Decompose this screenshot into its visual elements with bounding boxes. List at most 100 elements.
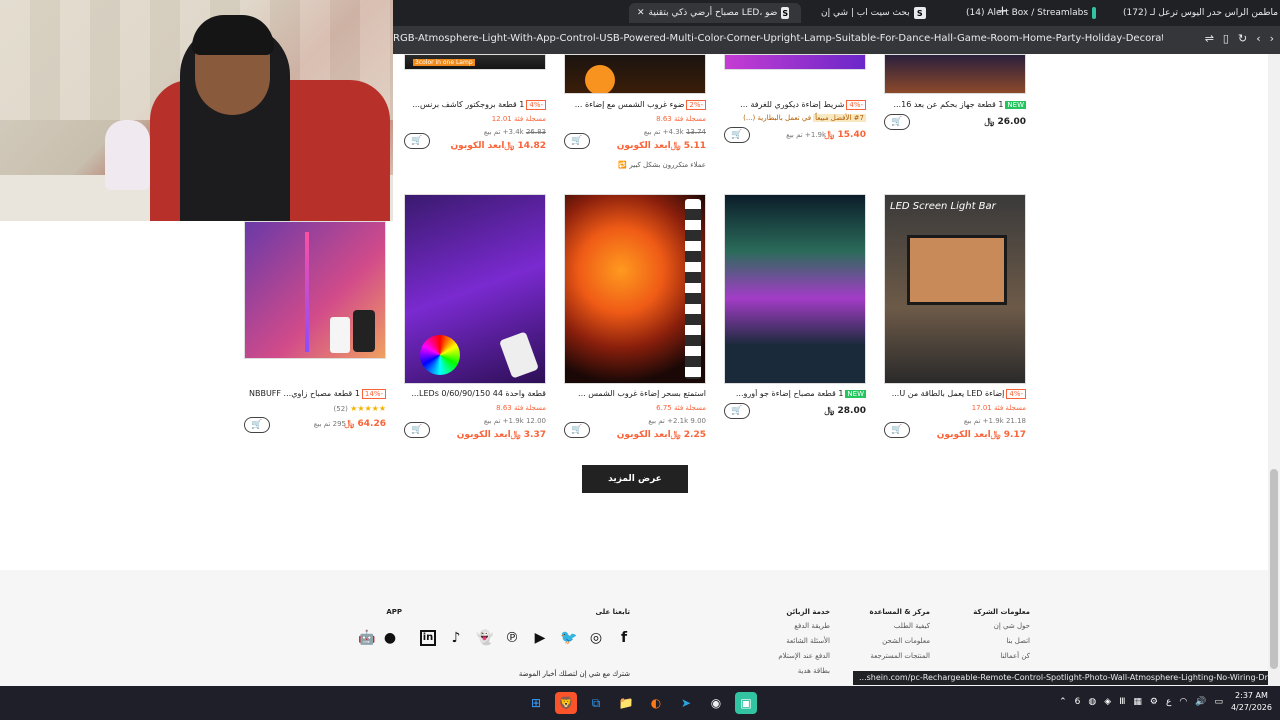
tray-app-icon[interactable]: ◍ — [1088, 697, 1096, 707]
volume-icon[interactable]: 🔊 — [1195, 697, 1206, 707]
tab-shein-search[interactable]: بحث سيت اب | شي إن S — [813, 3, 953, 23]
product-image[interactable]: LED Screen Light Bar — [884, 194, 1026, 384]
product-image[interactable] — [404, 194, 546, 384]
product-image[interactable]: 3color in one Lamp — [404, 54, 546, 70]
footer-link[interactable]: معلومات الشحن — [860, 637, 930, 645]
sold-count: 13.74 4.3k+ تم بيع — [643, 128, 706, 136]
sold-count: 295 تم بيع — [313, 420, 346, 428]
add-to-cart-button[interactable]: 🛒 — [404, 133, 430, 149]
add-to-cart-button[interactable]: 🛒 — [564, 133, 590, 149]
streamlabs-icon[interactable]: ▣ — [735, 692, 757, 714]
product-title[interactable]: استمتع بسحر إضاءة غروب الشمس ... — [564, 389, 706, 398]
footer-link[interactable]: الأسئلة الشائعة — [760, 637, 830, 645]
wifi-icon[interactable]: ◠ — [1179, 697, 1187, 707]
tiktok-icon[interactable]: ♪ — [448, 630, 464, 646]
clock[interactable]: 2:37 AM 4/27/2026 — [1231, 690, 1272, 714]
system-tray: ⌃ 6 ◍ ◈ Ⅲ ▦ ⚙ ع ◠ 🔊 ▭ 2:37 AM 4/27/2026 — [1059, 690, 1272, 714]
android-icon[interactable]: 🤖 — [358, 630, 375, 646]
footer-link[interactable]: كيفية الطلب — [860, 622, 930, 630]
discount-badge: -2% — [686, 100, 706, 110]
add-to-cart-button[interactable]: 🛒 — [724, 403, 750, 419]
apple-icon[interactable]: ● — [382, 630, 398, 646]
forward-icon[interactable]: › — [1270, 32, 1274, 45]
footer-link[interactable]: طريقة الدفع — [760, 622, 830, 630]
back-icon[interactable]: ‹ — [1256, 32, 1260, 45]
image-caption: LED Screen Light Bar — [890, 201, 996, 212]
product-image[interactable] — [564, 194, 706, 384]
footer-app-heading: APP — [386, 608, 402, 616]
file-explorer-icon[interactable]: 📁 — [615, 692, 637, 714]
footer-link[interactable]: اتصل بنا — [960, 637, 1030, 645]
add-to-cart-button[interactable]: 🛒 — [724, 127, 750, 143]
add-to-cart-button[interactable]: 🛒 — [404, 422, 430, 438]
add-to-cart-button[interactable]: 🛒 — [884, 422, 910, 438]
footer-link[interactable]: المنتجات المسترجعة — [860, 652, 930, 660]
view-more-button[interactable]: عرض المزيد — [582, 465, 688, 493]
twitter-icon[interactable]: 🐦 — [560, 630, 577, 646]
url-field[interactable]: RGB-Atmosphere-Light-With-App-Control-US… — [393, 33, 1163, 47]
language-indicator[interactable]: ع — [1166, 697, 1171, 707]
scrollbar-thumb[interactable] — [1270, 469, 1278, 669]
reload-icon[interactable]: ↻ — [1238, 32, 1247, 45]
product-image[interactable] — [724, 194, 866, 384]
bookmark-icon[interactable]: ▯ — [1223, 32, 1229, 45]
product-title[interactable]: -4%شريط إضاءة ديكوري للغرفة ... — [724, 100, 866, 110]
footer-service: خدمة الزبائن طريقة الدفع الأسئلة الشائعة… — [760, 608, 830, 682]
footer-link[interactable]: كن أعمالنا — [960, 652, 1030, 660]
close-tab-icon[interactable]: ✕ — [637, 8, 645, 18]
page-scrollbar[interactable] — [1268, 54, 1280, 686]
tab-lamp[interactable]: ✕ مصباح أرضي ذكي بتقنية LED، ضو S — [629, 3, 801, 23]
snapchat-icon[interactable]: 👻 — [476, 630, 493, 646]
shein-favicon-icon: S — [913, 7, 926, 19]
product-title[interactable]: -14%1 قطعة مصباح زاوي... NBBUFF — [244, 389, 386, 399]
tray-app-icon[interactable]: Ⅲ — [1119, 697, 1125, 707]
tray-app-icon[interactable]: ⚙ — [1150, 697, 1158, 707]
product-title[interactable]: -4%1 قطعة بروجكتور كاشف برنس... — [404, 100, 546, 110]
sold-count: 12.00 1.9k+ تم بيع — [483, 417, 546, 425]
product-title[interactable]: NEW1 قطعة مصباح إضاءة جو أورو... — [724, 389, 866, 398]
tray-app-icon[interactable]: 6 — [1075, 697, 1081, 707]
product-price: 28.00 ﷼ — [824, 406, 866, 416]
youtube-icon[interactable]: ▶ — [532, 630, 548, 646]
footer-link[interactable]: حول شي إن — [960, 622, 1030, 630]
tray-app-icon[interactable]: ▦ — [1133, 697, 1142, 707]
product-title[interactable]: -4%إضاءة LED يعمل بالطاقة من U... — [884, 389, 1026, 399]
brave-browser-icon[interactable]: 🦁 — [555, 692, 577, 714]
instagram-icon[interactable]: ◎ — [588, 630, 604, 646]
sold-count: 26.83 3.4k+ تم بيع — [483, 128, 546, 136]
telegram-icon[interactable]: ➤ — [675, 692, 697, 714]
vscode-icon[interactable]: ⧉ — [585, 692, 607, 714]
add-to-cart-button[interactable]: 🛒 — [564, 422, 590, 438]
battery-icon[interactable]: ▭ — [1214, 697, 1223, 707]
pinterest-icon[interactable]: ℗ — [504, 630, 520, 646]
sold-count: 9.00 2.1k+ تم بيع — [648, 417, 706, 425]
product-title[interactable]: قطعة واحدة 44 LEDs 0/60/90/150... — [404, 389, 546, 398]
tab-title: (172) ماطمن الراس حدر اليوس ترعل لـ — [1123, 8, 1279, 18]
discount-badge: -4% — [846, 100, 866, 110]
tray-app-icon[interactable]: ◈ — [1104, 697, 1111, 707]
add-to-cart-button[interactable]: 🛒 — [244, 417, 270, 433]
footer-link[interactable]: الدفع عند الإستلام — [760, 652, 830, 660]
coupon-line: مسجلة فئة 6.75 — [656, 404, 706, 412]
product-title[interactable]: NEW1 قطعة جهاز بحكم عن بعد 16... — [884, 100, 1026, 109]
tray-chevron-icon[interactable]: ⌃ — [1059, 697, 1067, 707]
linkedin-icon[interactable]: in — [420, 630, 436, 646]
share-icon[interactable]: ⇌ — [1205, 32, 1214, 45]
product-price: 26.00 ﷼ — [984, 117, 1026, 127]
obs-icon[interactable]: ◉ — [705, 692, 727, 714]
tab-youtube[interactable]: (172) ماطمن الراس حدر اليوس ترعل لـ — [1115, 3, 1280, 23]
coupon-line: مسجلة فئة 8.63 — [656, 115, 706, 123]
tab-streamlabs[interactable]: (14) Alert Box / Streamlabs — [958, 3, 1108, 23]
social-links: in ♪ 👻 ℗ ▶ 🐦 ◎ f — [420, 630, 632, 646]
add-to-cart-button[interactable]: 🛒 — [884, 114, 910, 130]
facebook-icon[interactable]: f — [616, 630, 632, 646]
product-image[interactable] — [244, 221, 386, 359]
rating: ★★★★★ (52) — [333, 404, 386, 413]
app-icon[interactable]: ◐ — [645, 692, 667, 714]
windows-start-icon[interactable]: ⊞ — [525, 692, 547, 714]
footer-link[interactable]: بطاقة هدية — [760, 667, 830, 675]
product-title[interactable]: -2%ضوء غروب الشمس مع إضاءة ... — [564, 100, 706, 110]
product-image[interactable] — [724, 54, 866, 70]
product-image[interactable] — [564, 54, 706, 94]
product-image[interactable] — [884, 54, 1026, 94]
